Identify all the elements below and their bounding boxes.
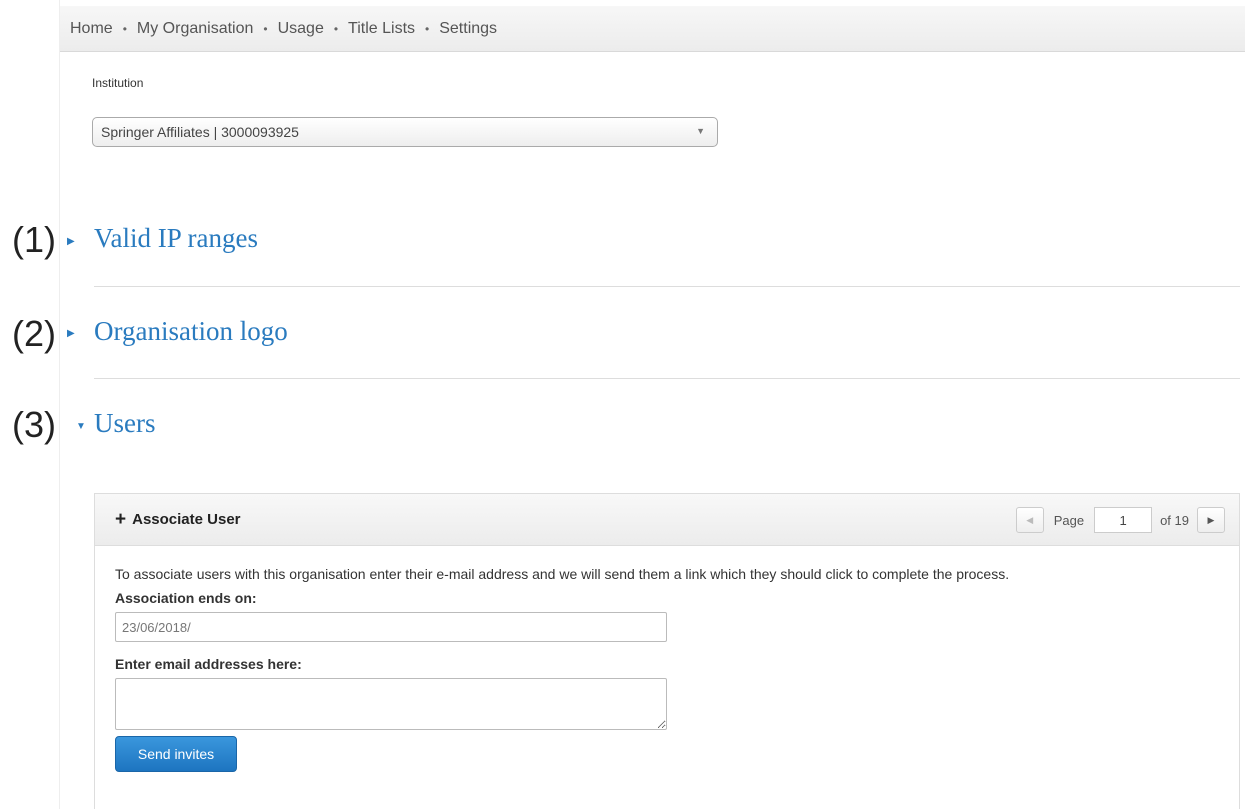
nav-separator: •	[425, 21, 430, 36]
send-invites-button[interactable]: Send invites	[115, 736, 237, 772]
institution-select[interactable]: Springer Affiliates | 3000093925 ▼	[92, 117, 718, 147]
plus-icon: +	[115, 509, 127, 530]
top-navbar: Home • My Organisation • Usage • Title L…	[60, 6, 1245, 52]
nav-home[interactable]: Home	[60, 20, 113, 38]
annotation-marker-2: (2)	[12, 313, 56, 354]
associate-user-button[interactable]: + Associate User	[115, 510, 241, 529]
section-divider	[94, 286, 1240, 287]
institution-selected-value: Springer Affiliates | 3000093925	[101, 124, 299, 140]
association-ends-label: Association ends on:	[115, 590, 257, 606]
users-panel-header: + Associate User ◀ Page of 19 ▶	[95, 494, 1239, 546]
nav-settings[interactable]: Settings	[429, 20, 497, 38]
section-users[interactable]: Users	[94, 408, 156, 439]
caret-right-icon[interactable]: ▶	[67, 236, 75, 247]
section-divider	[94, 378, 1240, 379]
nav-title-lists[interactable]: Title Lists	[338, 20, 415, 38]
nav-my-organisation[interactable]: My Organisation	[127, 20, 254, 38]
email-addresses-textarea[interactable]	[115, 678, 667, 730]
annotation-marker-1: (1)	[12, 219, 56, 260]
pager: ◀ Page of 19 ▶	[1015, 507, 1225, 533]
dropdown-arrow-icon: ▼	[696, 126, 705, 136]
nav-separator: •	[122, 21, 127, 36]
users-panel-body: To associate users with this organisatio…	[95, 546, 1239, 772]
caret-right-icon[interactable]: ▶	[67, 328, 75, 339]
nav-separator: •	[333, 21, 339, 36]
nav-usage[interactable]: Usage	[268, 20, 324, 38]
page-label: Page	[1053, 512, 1085, 528]
annotation-marker-3: (3)	[12, 404, 56, 445]
users-panel: + Associate User ◀ Page of 19 ▶ To assoc…	[94, 493, 1240, 809]
page-total-label: of 19	[1160, 512, 1189, 528]
institution-label: Institution	[92, 76, 144, 90]
page-number-input[interactable]	[1094, 507, 1153, 533]
association-end-date-input[interactable]	[115, 612, 667, 642]
nav-separator: •	[263, 21, 268, 36]
prev-page-button[interactable]: ◀	[1015, 507, 1044, 533]
email-addresses-label: Enter email addresses here:	[115, 656, 302, 672]
caret-down-icon[interactable]: ▼	[76, 421, 86, 432]
section-organisation-logo[interactable]: Organisation logo	[94, 316, 288, 347]
associate-instructions: To associate users with this organisatio…	[115, 566, 1010, 582]
associate-user-label: Associate User	[132, 511, 241, 528]
section-valid-ip-ranges[interactable]: Valid IP ranges	[94, 223, 258, 254]
next-page-button[interactable]: ▶	[1197, 507, 1225, 533]
